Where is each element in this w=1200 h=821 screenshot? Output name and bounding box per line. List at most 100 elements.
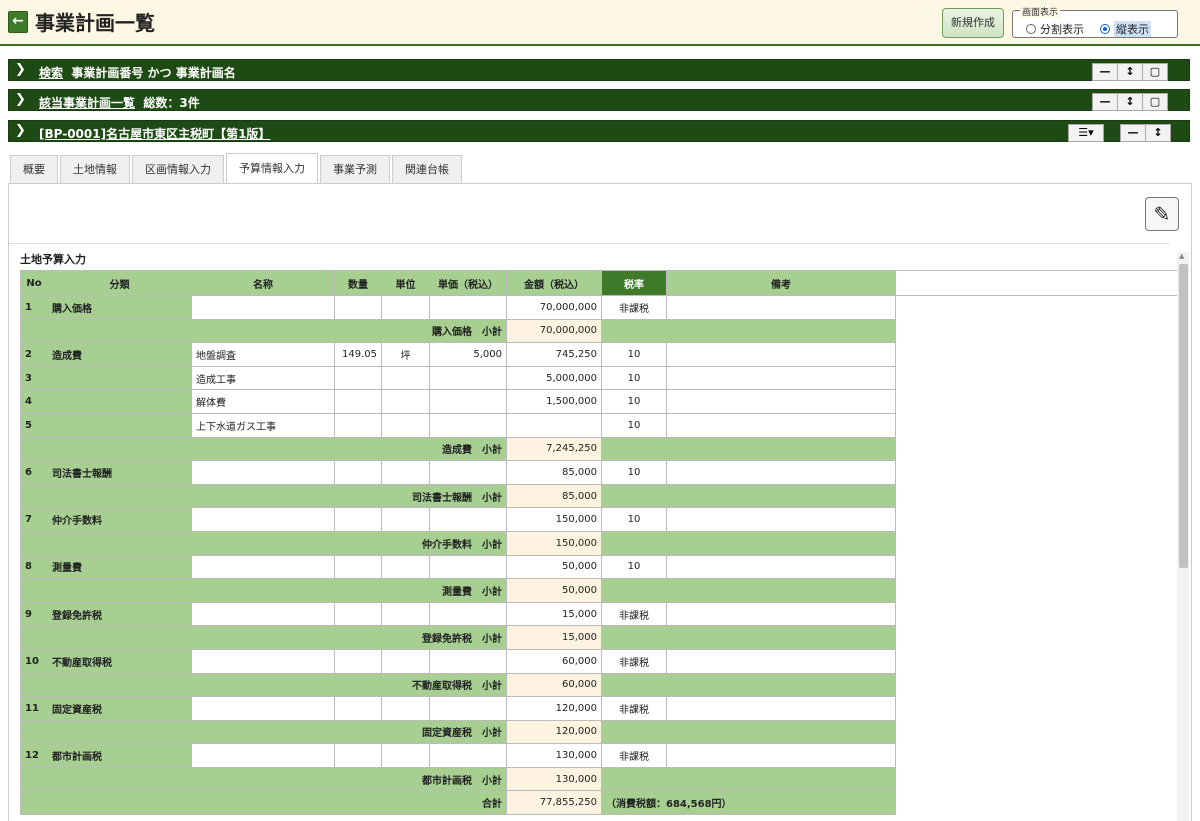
tax-rate-value[interactable]: 10 [601, 460, 667, 485]
menu-dropdown-icon[interactable]: ☰▾ [1069, 125, 1103, 141]
radio-vertical-view[interactable] [1100, 24, 1110, 34]
unit-input[interactable] [381, 295, 430, 320]
tax-rate-value[interactable]: 10 [601, 554, 667, 580]
tab-related-ledger[interactable]: 関連台帳 [392, 155, 462, 183]
scrollbar-thumb[interactable] [1179, 264, 1188, 568]
name-input[interactable] [191, 295, 335, 320]
unit-input[interactable]: 坪 [381, 342, 430, 367]
name-input[interactable]: 上下水道ガス工事 [191, 412, 335, 438]
remarks-input[interactable] [666, 389, 896, 414]
unit-input[interactable] [381, 412, 430, 438]
unit-price-input[interactable] [429, 554, 507, 580]
unit-price-input[interactable] [429, 295, 507, 320]
resize-vertical-icon[interactable]: ↕ [1118, 64, 1143, 80]
plan-detail-bar[interactable]: ❯ [BP-0001]名古屋市東区主税町【第1版】 ☰▾ — ↕ [8, 120, 1190, 142]
maximize-icon[interactable]: ▢ [1143, 94, 1167, 110]
unit-input[interactable] [381, 365, 430, 391]
name-input[interactable] [191, 743, 335, 768]
name-input[interactable] [191, 648, 335, 674]
unit-price-input[interactable] [429, 648, 507, 674]
unit-price-input[interactable] [429, 507, 507, 532]
tax-rate-value[interactable]: 非課税 [601, 743, 667, 768]
chevron-right-icon[interactable]: ❯ [15, 62, 26, 77]
scroll-up-arrow-icon[interactable]: ▲ [1179, 252, 1184, 260]
qty-input[interactable] [334, 365, 382, 391]
qty-input[interactable] [334, 696, 382, 721]
unit-price-input[interactable] [429, 412, 507, 438]
chevron-right-icon[interactable]: ❯ [15, 92, 26, 107]
unit-input[interactable] [381, 507, 430, 532]
qty-input[interactable] [334, 648, 382, 674]
unit-input[interactable] [381, 460, 430, 485]
back-arrow-icon[interactable]: ← [8, 11, 28, 33]
search-link[interactable]: 検索 [39, 66, 63, 80]
qty-input[interactable] [334, 412, 382, 438]
plan-list-link[interactable]: 該当事業計画一覧 [39, 96, 135, 110]
tax-rate-value[interactable]: 非課税 [601, 696, 667, 721]
plan-title-link[interactable]: [BP-0001]名古屋市東区主税町【第1版】 [39, 127, 270, 141]
tab-budget-input[interactable]: 予算情報入力 [226, 153, 318, 183]
qty-input[interactable] [334, 554, 382, 580]
unit-price-input[interactable] [429, 601, 507, 627]
tax-rate-value[interactable]: 10 [601, 412, 667, 438]
search-section-bar[interactable]: ❯ 検索 事業計画番号 かつ 事業計画名 — ↕ ▢ [8, 59, 1190, 81]
remarks-input[interactable] [666, 507, 896, 532]
tab-business-forecast[interactable]: 事業予測 [320, 155, 390, 183]
unit-price-input[interactable] [429, 743, 507, 768]
list-section-bar[interactable]: ❯ 該当事業計画一覧 総数：3件 — ↕ ▢ [8, 89, 1190, 111]
qty-input[interactable] [334, 389, 382, 414]
qty-input[interactable] [334, 601, 382, 627]
qty-input[interactable] [334, 743, 382, 768]
qty-input[interactable] [334, 460, 382, 485]
split-view-label[interactable]: 分割表示 [1040, 21, 1084, 37]
minimize-icon[interactable]: — [1121, 125, 1146, 141]
tax-rate-value[interactable]: 非課税 [601, 648, 667, 674]
unit-price-input[interactable]: 5,000 [429, 342, 507, 367]
remarks-input[interactable] [666, 295, 896, 320]
qty-input[interactable] [334, 507, 382, 532]
name-input[interactable] [191, 460, 335, 485]
tax-rate-value[interactable]: 非課税 [601, 295, 667, 320]
remarks-input[interactable] [666, 601, 896, 627]
name-input[interactable] [191, 696, 335, 721]
unit-input[interactable] [381, 389, 430, 414]
unit-price-input[interactable] [429, 365, 507, 391]
resize-vertical-icon[interactable]: ↕ [1118, 94, 1143, 110]
remarks-input[interactable] [666, 460, 896, 485]
unit-input[interactable] [381, 601, 430, 627]
name-input[interactable] [191, 554, 335, 580]
minimize-icon[interactable]: — [1093, 64, 1118, 80]
name-input[interactable]: 解体費 [191, 389, 335, 414]
new-create-button[interactable]: 新規作成 [942, 8, 1004, 38]
maximize-icon[interactable]: ▢ [1143, 64, 1167, 80]
radio-split-view[interactable] [1026, 24, 1036, 34]
tax-rate-value[interactable]: 非課税 [601, 601, 667, 627]
remarks-input[interactable] [666, 412, 896, 438]
tax-rate-value[interactable]: 10 [601, 365, 667, 391]
qty-input[interactable]: 149.05 [334, 342, 382, 367]
unit-price-input[interactable] [429, 460, 507, 485]
chevron-down-icon[interactable]: ❯ [15, 123, 26, 138]
name-input[interactable]: 地盤調査 [191, 342, 335, 367]
vertical-view-label[interactable]: 縦表示 [1114, 21, 1151, 37]
remarks-input[interactable] [666, 365, 896, 391]
resize-vertical-icon[interactable]: ↕ [1146, 125, 1170, 141]
name-input[interactable]: 造成工事 [191, 365, 335, 391]
remarks-input[interactable] [666, 648, 896, 674]
remarks-input[interactable] [666, 342, 896, 367]
tab-overview[interactable]: 概要 [10, 155, 58, 183]
unit-input[interactable] [381, 554, 430, 580]
minimize-icon[interactable]: — [1093, 94, 1118, 110]
tab-land-info[interactable]: 土地情報 [60, 155, 130, 183]
edit-pencil-icon[interactable]: ✎ [1145, 197, 1179, 231]
tax-rate-value[interactable]: 10 [601, 342, 667, 367]
remarks-input[interactable] [666, 743, 896, 768]
remarks-input[interactable] [666, 554, 896, 580]
unit-input[interactable] [381, 743, 430, 768]
unit-input[interactable] [381, 696, 430, 721]
unit-input[interactable] [381, 648, 430, 674]
unit-price-input[interactable] [429, 389, 507, 414]
name-input[interactable] [191, 507, 335, 532]
tab-lot-input[interactable]: 区画情報入力 [132, 155, 224, 183]
tax-rate-value[interactable]: 10 [601, 389, 667, 414]
